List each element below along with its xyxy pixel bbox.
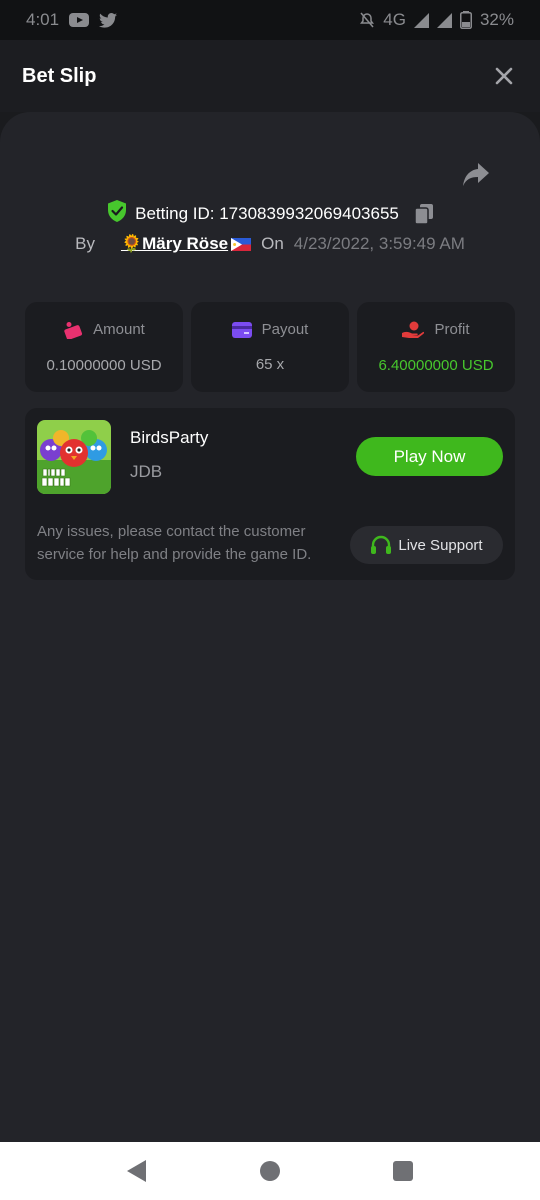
close-icon [495,67,513,85]
recents-icon [393,1161,414,1181]
live-support-button[interactable]: Live Support [350,526,503,564]
twitter-icon [99,12,118,28]
betting-id-row: Betting ID: 1730839932069403655 [0,200,540,227]
profit-value: 6.40000000 USD [378,356,494,374]
profit-card: Profit 6.40000000 USD [357,302,515,392]
bet-date: 4/23/2022, 3:59:49 AM [293,234,465,253]
amount-header: Amount [63,321,145,339]
payout-value: 65 x [255,356,285,373]
system-nav-bar [0,1142,540,1200]
bet-author-row: By 🌻Märy Röse On 4/23/2022, 3:59:49 AM [0,234,540,254]
by-label: By [75,234,95,253]
network-label: 4G [383,10,406,29]
support-info-text: Any issues, please contact the customer … [37,523,312,563]
verified-shield-icon [107,200,127,227]
home-icon [259,1161,280,1181]
home-button[interactable] [250,1151,290,1191]
profit-header: Profit [402,321,470,339]
signal-icon [413,12,429,28]
amount-value: 0.10000000 USD [46,356,162,374]
payout-icon [231,321,252,338]
profit-icon [402,321,425,338]
back-button[interactable] [117,1151,157,1191]
mute-icon [359,12,375,28]
game-name: BirdsParty [130,428,209,447]
status-time: 4:01 [26,10,60,29]
payout-card: Payout 65 x [191,302,349,392]
payout-header: Payout [231,321,309,338]
copy-button[interactable] [414,203,433,224]
birds-party-game-image [37,420,111,494]
header: Bet Slip [0,40,540,112]
live-support-label: Live Support [398,536,483,554]
stats-row: Amount 0.10000000 USD Payout 65 x Profit… [25,302,515,392]
profit-label: Profit [434,321,470,338]
battery-icon [459,11,472,29]
youtube-icon [69,13,90,27]
status-right: 4G 32% [359,10,514,30]
amount-label: Amount [93,321,145,338]
share-icon [463,163,489,186]
payout-label: Payout [261,321,309,338]
game-provider: JDB [130,462,163,481]
user-link[interactable]: 🌻Märy Röse [120,234,252,254]
headset-icon [371,535,392,554]
philippines-flag-icon [231,237,252,251]
on-label: On [261,234,284,253]
play-now-button[interactable]: Play Now [356,437,503,476]
copy-icon [414,203,433,224]
share-button[interactable] [462,162,490,190]
bet-slip-panel: Betting ID: 1730839932069403655 By 🌻Märy… [0,112,540,1142]
amount-icon [64,321,83,339]
close-button[interactable] [490,62,518,90]
page-title: Bet Slip [22,64,97,87]
game-thumbnail[interactable] [37,420,111,494]
user-name: 🌻Märy Röse [120,234,229,253]
signal-icon-2 [436,12,452,28]
recents-button[interactable] [383,1151,423,1191]
betting-id: Betting ID: 1730839932069403655 [135,203,399,223]
status-bar: 4:01 4G 32% [0,0,540,40]
status-left: 4:01 [26,10,118,30]
battery-level: 32% [479,10,514,29]
game-card: BirdsParty JDB Play Now Any issues, plea… [25,408,515,580]
amount-card: Amount 0.10000000 USD [25,302,183,392]
back-icon [126,1160,146,1182]
